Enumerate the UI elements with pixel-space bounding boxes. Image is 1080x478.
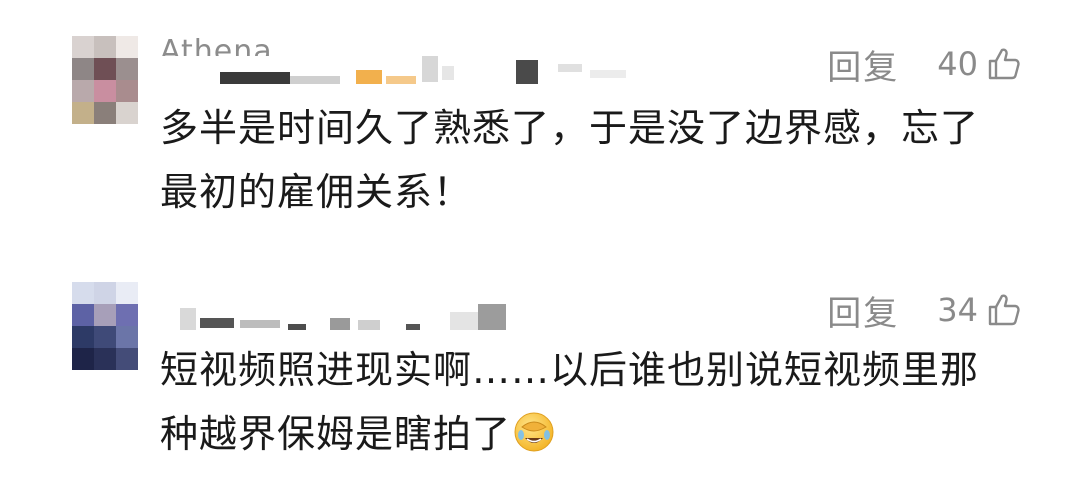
comment-item: Athena 回复 40 多半是时间久了熟悉了，于是没了边界感，忘了 最初的雇佣… bbox=[0, 34, 1080, 236]
facepalm-laughing-emoji-icon bbox=[513, 408, 555, 452]
comment-item: 回复 34 短视频照进现实啊……以后谁也别说短视频里那 种越界保姆是瞎拍了 bbox=[0, 282, 1080, 472]
avatar[interactable] bbox=[72, 282, 138, 370]
comment-text-line-with-emoji: 种越界保姆是瞎拍了 bbox=[160, 402, 1020, 466]
comment-text-line: 种越界保姆是瞎拍了 bbox=[160, 412, 512, 456]
like-count: 40 bbox=[937, 45, 978, 83]
comment-text-line: 多半是时间久了熟悉了，于是没了边界感，忘了 bbox=[160, 106, 980, 150]
comment-actions: 回复 34 bbox=[827, 286, 1022, 335]
comment-text: 短视频照进现实啊……以后谁也别说短视频里那 种越界保姆是瞎拍了 bbox=[160, 338, 1020, 466]
comment-text: 多半是时间久了熟悉了，于是没了边界感，忘了 最初的雇佣关系！ bbox=[160, 96, 1020, 224]
username-mosaic bbox=[160, 48, 660, 84]
username-mosaic bbox=[160, 294, 660, 330]
thumbs-up-icon[interactable] bbox=[986, 46, 1022, 82]
reply-button[interactable]: 回复 bbox=[827, 286, 899, 335]
thumbs-up-icon[interactable] bbox=[986, 292, 1022, 328]
comment-text-line: 短视频照进现实啊……以后谁也别说短视频里那 bbox=[160, 348, 980, 392]
comment-actions: 回复 40 bbox=[827, 40, 1022, 89]
avatar[interactable] bbox=[72, 36, 138, 124]
reply-button[interactable]: 回复 bbox=[827, 40, 899, 89]
comment-text-line: 最初的雇佣关系！ bbox=[160, 170, 473, 214]
like-count: 34 bbox=[937, 291, 978, 329]
